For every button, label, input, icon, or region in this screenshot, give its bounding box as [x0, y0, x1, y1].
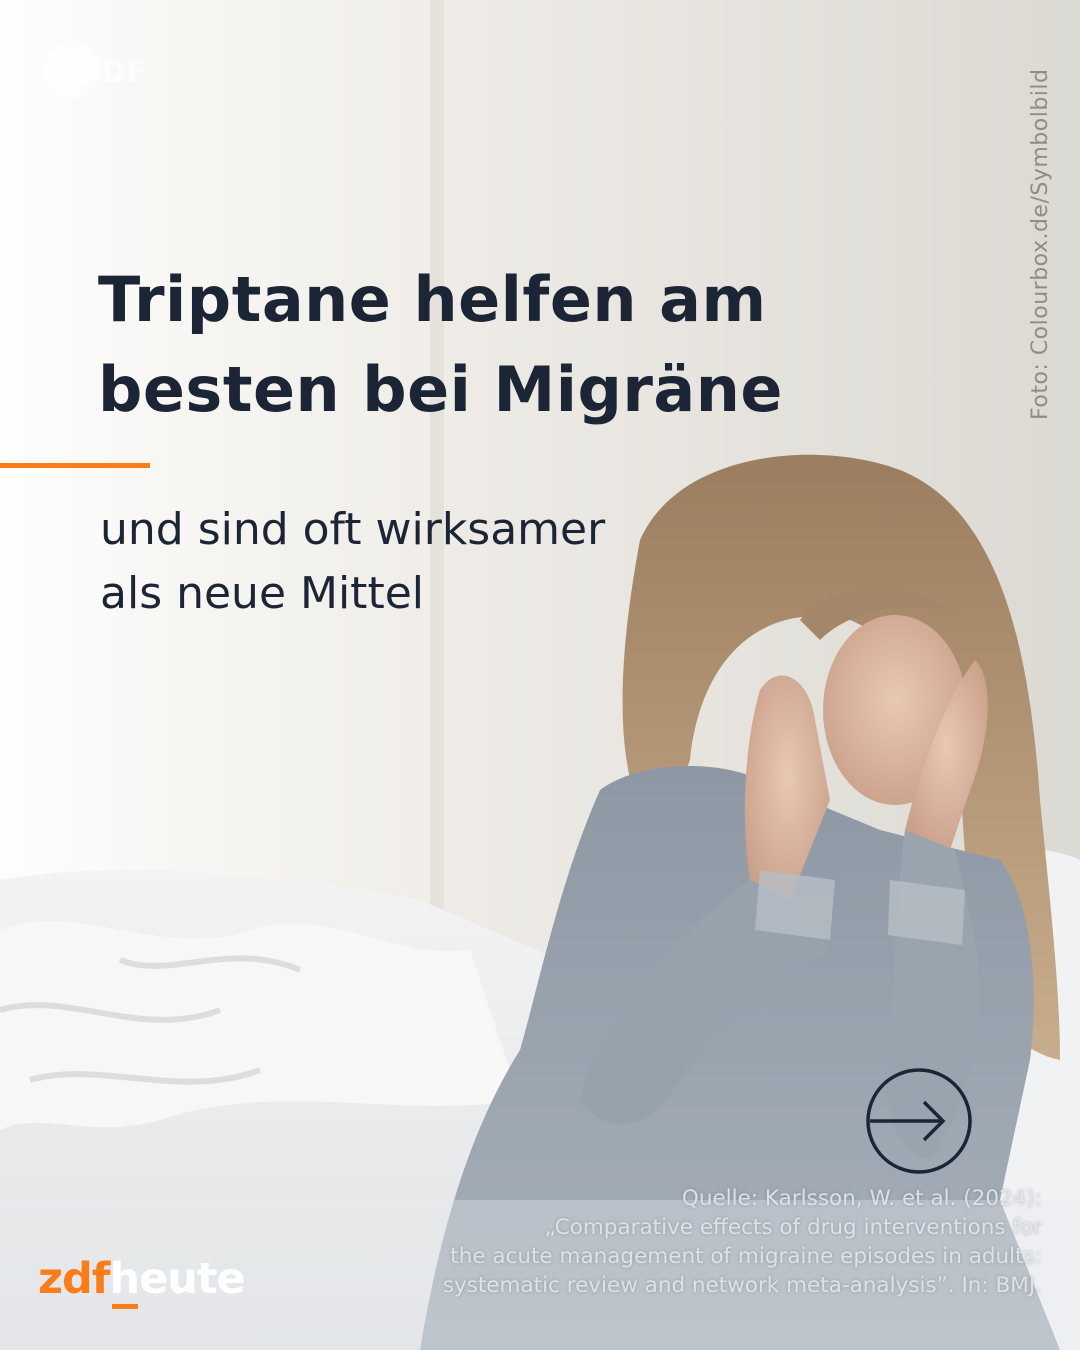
- accent-divider: [0, 463, 150, 468]
- subline-line-1: und sind oft wirksamer: [100, 504, 606, 555]
- zdfheute-logo: zdfheute: [38, 1252, 246, 1312]
- zdf-watermark-logo: ZDF: [44, 42, 147, 98]
- next-slide-button[interactable]: [864, 1066, 974, 1176]
- brand-zdf: zdf: [38, 1254, 111, 1304]
- brand-heute: heute: [109, 1254, 246, 1304]
- headline: Triptane helfen am besten bei Migräne: [98, 255, 783, 435]
- svg-text:ZDF: ZDF: [80, 55, 147, 90]
- source-line-3: the acute management of migraine episode…: [450, 1244, 1042, 1269]
- source-citation: Quelle: Karlsson, W. et al. (2024): „Com…: [322, 1184, 1042, 1300]
- source-line-2: „Comparative effects of drug interventio…: [544, 1215, 1042, 1240]
- headline-line-1: Triptane helfen am: [98, 263, 767, 336]
- subline-line-2: als neue Mittel: [100, 568, 424, 619]
- source-line-1: Quelle: Karlsson, W. et al. (2024):: [681, 1186, 1042, 1211]
- subline: und sind oft wirksamer als neue Mittel: [100, 498, 605, 626]
- arrow-right-circle-icon: [866, 1068, 972, 1174]
- photo-credit: Foto: Colourbox.de/Symbolbild: [1028, 68, 1053, 420]
- headline-line-2: besten bei Migräne: [98, 353, 783, 426]
- source-line-4: systematic review and network meta-analy…: [442, 1273, 1042, 1298]
